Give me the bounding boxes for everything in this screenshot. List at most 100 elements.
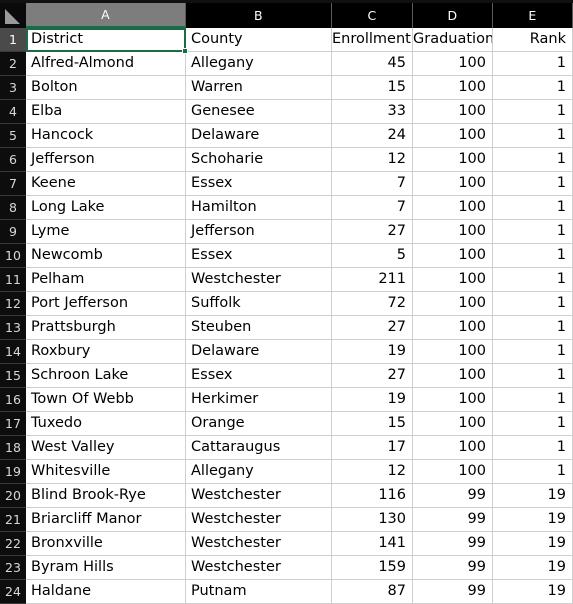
cell-D15[interactable]: 100 (413, 364, 493, 388)
cell-C16[interactable]: 19 (332, 388, 413, 412)
cell-D1[interactable]: Graduation (413, 28, 493, 52)
row-header-13[interactable]: 13 (0, 316, 26, 340)
cell-E11[interactable]: 1 (493, 268, 573, 292)
cell-A17[interactable]: Tuxedo (26, 412, 186, 436)
cell-A23[interactable]: Byram Hills (26, 556, 186, 580)
cell-D9[interactable]: 100 (413, 220, 493, 244)
cell-D2[interactable]: 100 (413, 52, 493, 76)
cell-D23[interactable]: 99 (413, 556, 493, 580)
cell-A21[interactable]: Briarcliff Manor (26, 508, 186, 532)
cell-D5[interactable]: 100 (413, 124, 493, 148)
cell-E2[interactable]: 1 (493, 52, 573, 76)
cell-B6[interactable]: Schoharie (186, 148, 332, 172)
cell-E20[interactable]: 19 (493, 484, 573, 508)
cell-A5[interactable]: Hancock (26, 124, 186, 148)
cell-D3[interactable]: 100 (413, 76, 493, 100)
cell-E14[interactable]: 1 (493, 340, 573, 364)
column-header-a[interactable]: A (26, 3, 186, 28)
cell-C9[interactable]: 27 (332, 220, 413, 244)
cell-D8[interactable]: 100 (413, 196, 493, 220)
cell-B18[interactable]: Cattaraugus (186, 436, 332, 460)
cell-D4[interactable]: 100 (413, 100, 493, 124)
row-header-18[interactable]: 18 (0, 436, 26, 460)
cell-A10[interactable]: Newcomb (26, 244, 186, 268)
row-header-11[interactable]: 11 (0, 268, 26, 292)
cell-C6[interactable]: 12 (332, 148, 413, 172)
cell-B24[interactable]: Putnam (186, 580, 332, 604)
cell-B7[interactable]: Essex (186, 172, 332, 196)
cell-A18[interactable]: West Valley (26, 436, 186, 460)
cell-A12[interactable]: Port Jefferson (26, 292, 186, 316)
cell-E3[interactable]: 1 (493, 76, 573, 100)
cell-A24[interactable]: Haldane (26, 580, 186, 604)
cell-C1[interactable]: Enrollment (332, 28, 413, 52)
cell-A6[interactable]: Jefferson (26, 148, 186, 172)
cell-C8[interactable]: 7 (332, 196, 413, 220)
cell-C17[interactable]: 15 (332, 412, 413, 436)
cell-C21[interactable]: 130 (332, 508, 413, 532)
cell-C23[interactable]: 159 (332, 556, 413, 580)
cell-B9[interactable]: Jefferson (186, 220, 332, 244)
cell-C12[interactable]: 72 (332, 292, 413, 316)
row-header-19[interactable]: 19 (0, 460, 26, 484)
cell-E13[interactable]: 1 (493, 316, 573, 340)
cell-E19[interactable]: 1 (493, 460, 573, 484)
cell-B20[interactable]: Westchester (186, 484, 332, 508)
select-all-corner[interactable] (0, 3, 26, 28)
column-header-b[interactable]: B (186, 3, 332, 28)
cell-C11[interactable]: 211 (332, 268, 413, 292)
cell-E9[interactable]: 1 (493, 220, 573, 244)
cell-D14[interactable]: 100 (413, 340, 493, 364)
cell-A8[interactable]: Long Lake (26, 196, 186, 220)
cell-A4[interactable]: Elba (26, 100, 186, 124)
row-header-15[interactable]: 15 (0, 364, 26, 388)
row-header-6[interactable]: 6 (0, 148, 26, 172)
cell-B15[interactable]: Essex (186, 364, 332, 388)
cell-A13[interactable]: Prattsburgh (26, 316, 186, 340)
cell-D16[interactable]: 100 (413, 388, 493, 412)
cell-C15[interactable]: 27 (332, 364, 413, 388)
cell-D13[interactable]: 100 (413, 316, 493, 340)
cell-D24[interactable]: 99 (413, 580, 493, 604)
column-header-d[interactable]: D (413, 3, 493, 28)
cell-D7[interactable]: 100 (413, 172, 493, 196)
cell-E24[interactable]: 19 (493, 580, 573, 604)
cell-D17[interactable]: 100 (413, 412, 493, 436)
cell-C19[interactable]: 12 (332, 460, 413, 484)
cell-E5[interactable]: 1 (493, 124, 573, 148)
row-header-24[interactable]: 24 (0, 580, 26, 604)
cell-E6[interactable]: 1 (493, 148, 573, 172)
row-header-9[interactable]: 9 (0, 220, 26, 244)
cell-E7[interactable]: 1 (493, 172, 573, 196)
cell-A7[interactable]: Keene (26, 172, 186, 196)
row-header-4[interactable]: 4 (0, 100, 26, 124)
cell-E16[interactable]: 1 (493, 388, 573, 412)
row-header-17[interactable]: 17 (0, 412, 26, 436)
cell-E12[interactable]: 1 (493, 292, 573, 316)
cell-A9[interactable]: Lyme (26, 220, 186, 244)
row-header-20[interactable]: 20 (0, 484, 26, 508)
cell-C24[interactable]: 87 (332, 580, 413, 604)
cell-C7[interactable]: 7 (332, 172, 413, 196)
cell-C4[interactable]: 33 (332, 100, 413, 124)
row-header-7[interactable]: 7 (0, 172, 26, 196)
row-header-2[interactable]: 2 (0, 52, 26, 76)
row-header-5[interactable]: 5 (0, 124, 26, 148)
row-header-21[interactable]: 21 (0, 508, 26, 532)
row-header-3[interactable]: 3 (0, 76, 26, 100)
cell-A14[interactable]: Roxbury (26, 340, 186, 364)
cell-D11[interactable]: 100 (413, 268, 493, 292)
cell-D21[interactable]: 99 (413, 508, 493, 532)
cell-E22[interactable]: 19 (493, 532, 573, 556)
cell-C20[interactable]: 116 (332, 484, 413, 508)
cell-C18[interactable]: 17 (332, 436, 413, 460)
cell-E8[interactable]: 1 (493, 196, 573, 220)
cell-A22[interactable]: Bronxville (26, 532, 186, 556)
cell-D10[interactable]: 100 (413, 244, 493, 268)
cell-B17[interactable]: Orange (186, 412, 332, 436)
cell-A16[interactable]: Town Of Webb (26, 388, 186, 412)
cell-B8[interactable]: Hamilton (186, 196, 332, 220)
cell-C13[interactable]: 27 (332, 316, 413, 340)
cell-D18[interactable]: 100 (413, 436, 493, 460)
cell-E18[interactable]: 1 (493, 436, 573, 460)
